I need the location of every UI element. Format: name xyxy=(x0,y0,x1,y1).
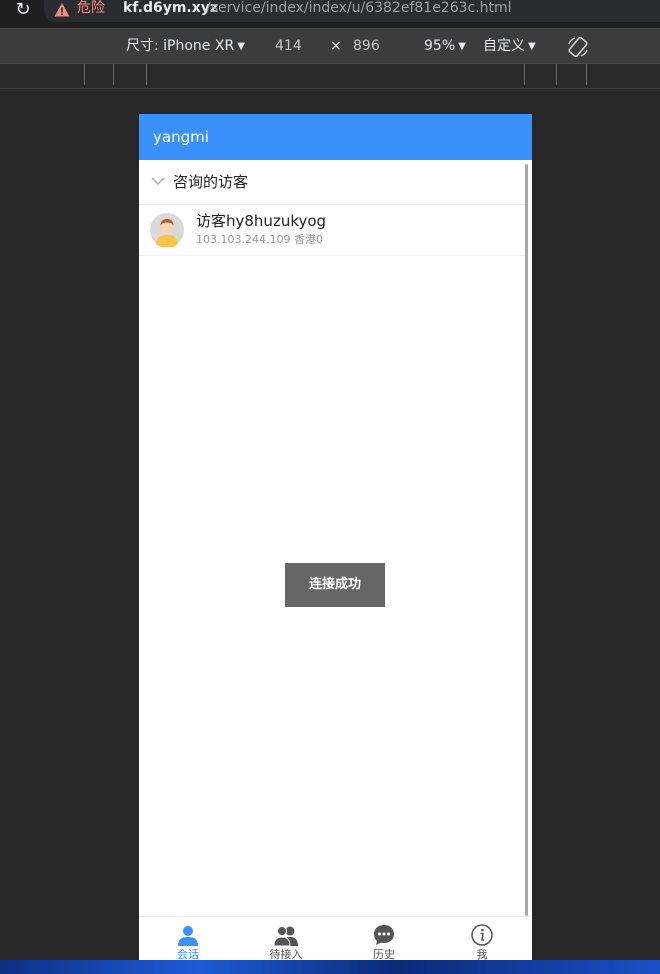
ruler-tick[interactable] xyxy=(524,64,525,85)
warning-icon xyxy=(54,3,70,17)
throttle-select[interactable]: 自定义 ▼ xyxy=(483,38,536,55)
chat-bubble-icon xyxy=(374,925,394,945)
device-select-label: 尺寸: iPhone XR xyxy=(126,38,235,54)
visitor-group-header[interactable]: 咨询的访客 xyxy=(139,160,525,205)
tab-me[interactable]: 我 xyxy=(433,917,531,966)
ruler-tick[interactable] xyxy=(113,64,114,85)
device-select[interactable]: 尺寸: iPhone XR ▼ xyxy=(126,38,245,55)
visitor-ip-location: 103.103.244.109 香港0 xyxy=(196,233,323,246)
visitor-group-label: 咨询的访客 xyxy=(173,173,249,191)
browser-address-bar: ↻ 危险 kf.d6ym.xyz /service/index/index/u/… xyxy=(0,0,660,28)
ruler-tick[interactable] xyxy=(84,64,85,85)
users-icon xyxy=(274,926,298,947)
omnibox[interactable]: 危险 kf.d6ym.xyz /service/index/index/u/63… xyxy=(44,0,660,22)
rotate-icon[interactable] xyxy=(566,35,590,59)
dimension-separator: × xyxy=(330,38,342,54)
info-icon xyxy=(471,924,493,946)
url-path: /service/index/index/u/6382ef81e263c.htm… xyxy=(206,0,512,16)
avatar xyxy=(150,213,184,247)
bottom-tab-bar: 会话 待接入 历史 我 xyxy=(139,916,532,966)
ruler-tick[interactable] xyxy=(586,64,587,85)
conversation-list: 咨询的访客 访客hy8huzukyog 103.103.244.109 香港0 … xyxy=(139,160,532,916)
visitor-name: 访客hy8huzukyog xyxy=(196,212,327,230)
app-title: yangmi xyxy=(153,128,209,146)
ruler-tick[interactable] xyxy=(556,64,557,85)
device-toolbar: 尺寸: iPhone XR ▼ 414 × 896 95% ▼ 自定义 ▼ xyxy=(0,28,660,64)
zoom-label: 95% xyxy=(424,38,456,54)
caret-down-icon: ▼ xyxy=(528,41,536,52)
app-header: yangmi xyxy=(139,114,532,160)
width-input[interactable]: 414 xyxy=(275,38,302,54)
media-query-ruler xyxy=(0,64,660,89)
security-warning-label[interactable]: 危险 xyxy=(77,0,105,17)
throttle-label: 自定义 xyxy=(483,38,525,54)
tab-pending[interactable]: 待接入 xyxy=(237,917,335,966)
user-icon xyxy=(178,926,198,946)
reload-icon[interactable]: ↻ xyxy=(12,0,34,22)
toast-message: 连接成功 xyxy=(285,563,385,607)
zoom-select[interactable]: 95% ▼ xyxy=(424,38,466,55)
caret-down-icon: ▼ xyxy=(237,41,245,52)
scrollbar[interactable] xyxy=(525,164,528,916)
chevron-down-icon xyxy=(151,177,165,185)
os-taskbar xyxy=(0,960,660,974)
url-host: kf.d6ym.xyz xyxy=(123,0,219,16)
height-input[interactable]: 896 xyxy=(353,38,380,54)
caret-down-icon: ▼ xyxy=(458,41,466,52)
tab-conversations[interactable]: 会话 xyxy=(139,917,237,966)
device-viewport: yangmi 咨询的访客 访客hy8huzukyog 103.103.244.1… xyxy=(139,114,532,966)
tab-history[interactable]: 历史 xyxy=(335,917,433,966)
ruler-tick[interactable] xyxy=(146,64,147,85)
